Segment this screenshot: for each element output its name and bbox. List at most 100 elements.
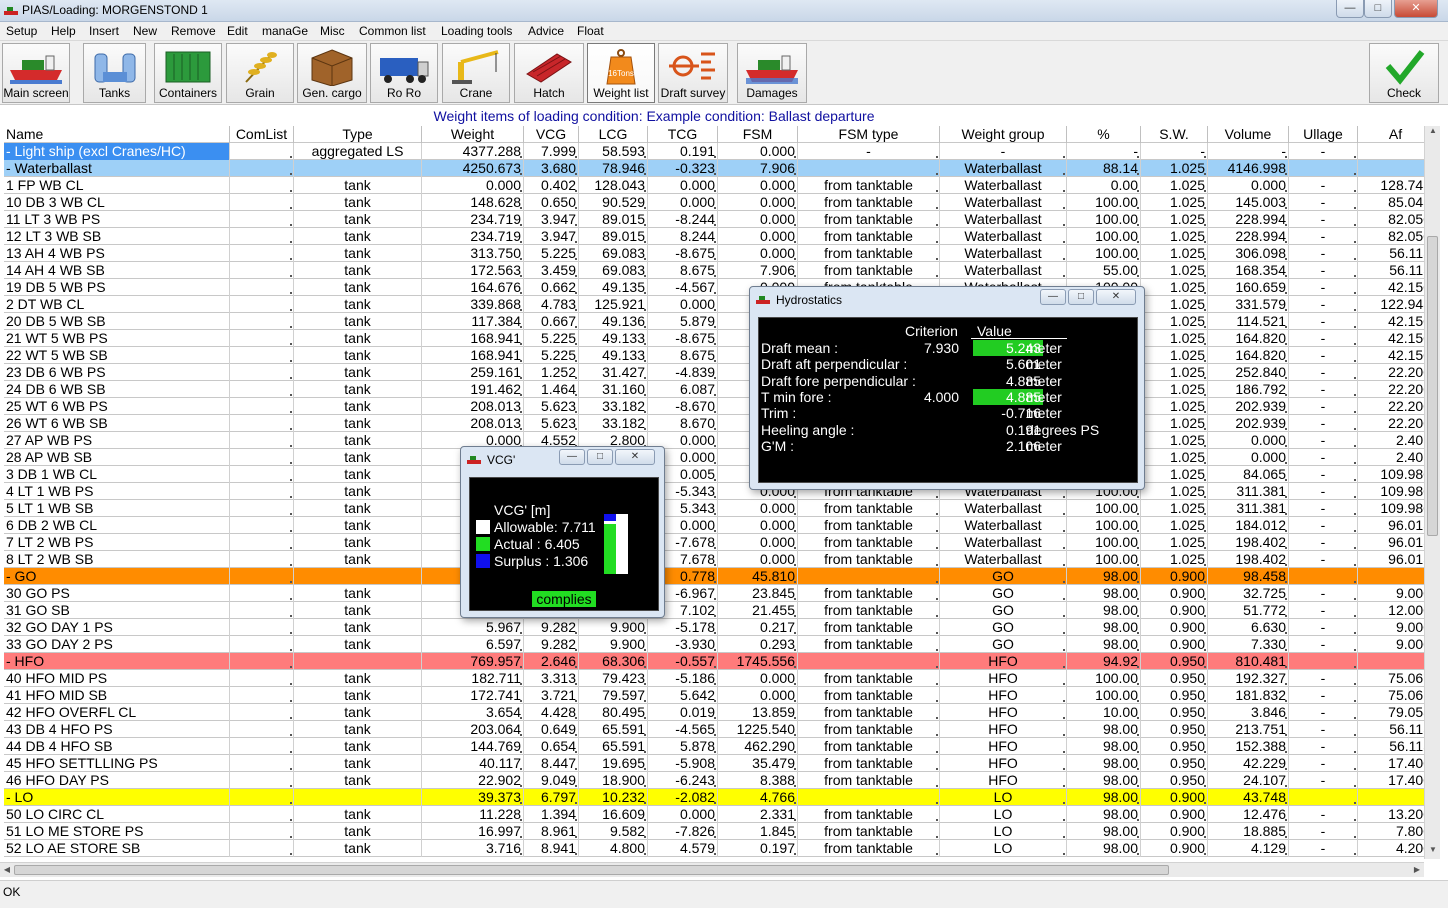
table-cell[interactable]: 68.306	[579, 653, 648, 670]
table-cell[interactable]: 42 HFO OVERFL CL	[4, 704, 230, 721]
table-cell[interactable]: 98.00	[1067, 568, 1141, 585]
table-cell[interactable]: from tanktable	[798, 602, 940, 619]
table-row[interactable]: 3 DB 1 WB CLtank0.0050.000from tanktable…	[4, 466, 1424, 483]
table-cell[interactable]: 82.050	[1358, 228, 1424, 245]
table-cell[interactable]: from tanktable	[798, 840, 940, 857]
table-cell[interactable]: 100.00	[1067, 500, 1141, 517]
table-cell[interactable]: 82.050	[1358, 211, 1424, 228]
table-cell[interactable]: from tanktable	[798, 687, 940, 704]
table-cell[interactable]	[1358, 568, 1424, 585]
table-cell[interactable]: 8.675	[648, 347, 718, 364]
table-cell[interactable]: Waterballast	[940, 534, 1067, 551]
table-cell[interactable]	[230, 194, 294, 211]
table-cell[interactable]: 18.885	[1208, 823, 1289, 840]
table-cell[interactable]	[1358, 789, 1424, 806]
table-cell[interactable]: 11 LT 3 WB PS	[4, 211, 230, 228]
vertical-scroll-thumb[interactable]	[1427, 236, 1438, 536]
table-cell[interactable]: tank	[294, 738, 422, 755]
table-cell[interactable]: 1.845	[718, 823, 798, 840]
table-cell[interactable]: from tanktable	[798, 177, 940, 194]
table-row[interactable]: 33 GO DAY 2 PS tank 6.597 9.282 9.900 -3.930 0…	[4, 636, 1424, 653]
table-cell[interactable]: 42.150	[1358, 347, 1424, 364]
table-row[interactable]: 31 GO SB tank 7.102 21.455 from tanktable GO 9…	[4, 602, 1424, 619]
table-cell[interactable]: 26 WT 6 WB SB	[4, 415, 230, 432]
table-cell[interactable]: 18.900	[579, 772, 648, 789]
table-cell[interactable]: Waterballast	[940, 194, 1067, 211]
table-cell[interactable]	[294, 160, 422, 177]
table-cell[interactable]: 331.579	[1208, 296, 1289, 313]
table-cell[interactable]: 39.373	[422, 789, 524, 806]
table-cell[interactable]	[230, 806, 294, 823]
table-cell[interactable]: 164.820	[1208, 330, 1289, 347]
table-cell[interactable]	[230, 602, 294, 619]
table-row[interactable]: 1 FP WB CL tank 0.000 0.402 128.043 0.000 0.00…	[4, 177, 1424, 194]
table-cell[interactable]: 191.462	[422, 381, 524, 398]
table-cell[interactable]: - HFO	[4, 653, 230, 670]
table-cell[interactable]	[1289, 568, 1358, 585]
table-cell[interactable]: tank	[294, 245, 422, 262]
table-cell[interactable]: 0.019	[648, 704, 718, 721]
table-cell[interactable]	[230, 585, 294, 602]
table-cell[interactable]: 192.327	[1208, 670, 1289, 687]
table-row[interactable]: 10 DB 3 WB CL tank 148.628 0.650 90.529 0.000…	[4, 194, 1424, 211]
table-cell[interactable]: tank	[294, 619, 422, 636]
table-cell[interactable]	[230, 636, 294, 653]
table-row[interactable]: 25 WT 6 WB PS tank 208.013 5.623 33.182 -8.67…	[4, 398, 1424, 415]
table-cell[interactable]: 1225.540	[718, 721, 798, 738]
table-row[interactable]: 27 AP WB PStank0.0004.5522.8000.0000.000…	[4, 432, 1424, 449]
table-cell[interactable]: 49.136	[579, 313, 648, 330]
maximize-button[interactable]: □	[587, 449, 613, 465]
group-row[interactable]: - HFO 769.957 2.646 68.306 -0.557 1745.556 HFO…	[4, 653, 1424, 670]
table-cell[interactable]: 0.900	[1141, 636, 1208, 653]
table-cell[interactable]: 3.654	[422, 704, 524, 721]
table-cell[interactable]	[230, 772, 294, 789]
table-cell[interactable]	[230, 823, 294, 840]
table-cell[interactable]: LO	[940, 840, 1067, 857]
table-cell[interactable]: 22.200	[1358, 364, 1424, 381]
table-cell[interactable]: 65.591	[579, 721, 648, 738]
table-cell[interactable]	[230, 568, 294, 585]
table-cell[interactable]: 0.000	[718, 245, 798, 262]
table-cell[interactable]: tank	[294, 364, 422, 381]
menu-float[interactable]: Float	[577, 24, 604, 38]
table-cell[interactable]	[230, 398, 294, 415]
table-cell[interactable]: 9.000	[1358, 585, 1424, 602]
table-cell[interactable]	[230, 228, 294, 245]
table-cell[interactable]	[230, 262, 294, 279]
table-cell[interactable]: 198.402	[1208, 551, 1289, 568]
table-cell[interactable]: 462.290	[718, 738, 798, 755]
table-cell[interactable]: 24 DB 6 WB SB	[4, 381, 230, 398]
table-cell[interactable]: tank	[294, 823, 422, 840]
table-cell[interactable]: 5.623	[524, 398, 579, 415]
table-cell[interactable]: HFO	[940, 755, 1067, 772]
column-header[interactable]: Af	[1358, 126, 1424, 143]
table-cell[interactable]: 5.642	[648, 687, 718, 704]
table-cell[interactable]: 0.000	[648, 806, 718, 823]
table-cell[interactable]: 0.000	[1208, 449, 1289, 466]
table-cell[interactable]: 23 DB 6 WB PS	[4, 364, 230, 381]
menu-insert[interactable]: Insert	[89, 24, 119, 38]
group-row[interactable]: - LO 39.373 6.797 10.232 -2.082 4.766 LO 98.00 0…	[4, 789, 1424, 806]
table-cell[interactable]: -	[1289, 772, 1358, 789]
table-cell[interactable]: -7.826	[648, 823, 718, 840]
table-cell[interactable]: -	[1289, 636, 1358, 653]
table-cell[interactable]: -	[1289, 228, 1358, 245]
table-cell[interactable]: 4.428	[524, 704, 579, 721]
table-cell[interactable]: -	[1289, 279, 1358, 296]
column-header[interactable]: Ullage	[1289, 126, 1358, 143]
table-cell[interactable]: 1.025	[1141, 517, 1208, 534]
table-cell[interactable]: -	[1289, 432, 1358, 449]
table-cell[interactable]: -	[1208, 143, 1289, 160]
table-cell[interactable]: -	[1289, 398, 1358, 415]
table-cell[interactable]	[294, 568, 422, 585]
table-cell[interactable]: 4.783	[524, 296, 579, 313]
table-cell[interactable]: 52 LO AE STORE SB	[4, 840, 230, 857]
column-header[interactable]: VCG	[524, 126, 579, 143]
table-cell[interactable]: LO	[940, 823, 1067, 840]
table-cell[interactable]: 1.025	[1141, 313, 1208, 330]
table-cell[interactable]: GO	[940, 568, 1067, 585]
table-cell[interactable]: 0.900	[1141, 619, 1208, 636]
table-cell[interactable]: 168.941	[422, 330, 524, 347]
table-cell[interactable]: 6.087	[648, 381, 718, 398]
table-cell[interactable]: 3.947	[524, 228, 579, 245]
